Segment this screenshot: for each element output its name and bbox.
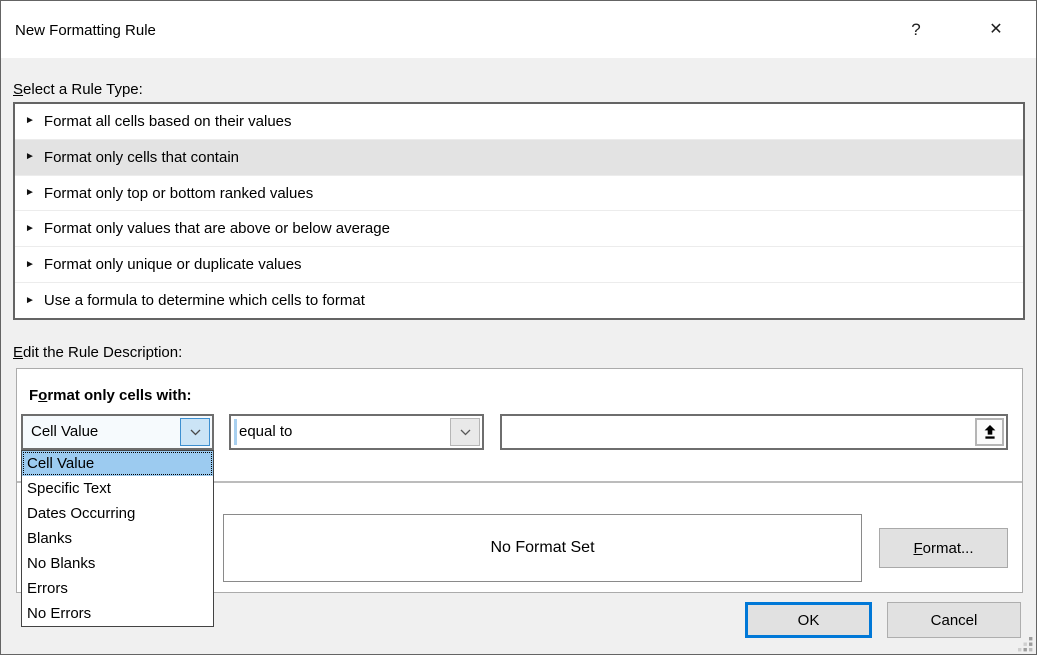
rule-type-item-label: Use a formula to determine which cells t… xyxy=(44,292,365,309)
value-input[interactable] xyxy=(502,416,1006,448)
dropdown-option[interactable]: Dates Occurring xyxy=(22,501,213,526)
rule-item-arrow-icon: ► xyxy=(25,152,35,162)
dialog-title: New Formatting Rule xyxy=(15,1,156,61)
cancel-button[interactable]: Cancel xyxy=(887,602,1021,638)
rule-type-item-label: Format only values that are above or bel… xyxy=(44,220,390,237)
dropdown-option[interactable]: No Blanks xyxy=(22,551,213,576)
rule-item-arrow-icon: ► xyxy=(25,260,35,270)
value-input-wrap xyxy=(500,414,1008,450)
dropdown-option[interactable]: Specific Text xyxy=(22,476,213,501)
dropdown-option[interactable]: Blanks xyxy=(22,526,213,551)
operator-combobox-value: equal to xyxy=(239,416,292,447)
format-preview: No Format Set xyxy=(223,514,862,582)
close-icon: ✕ xyxy=(989,21,1002,38)
title-bar: New Formatting Rule ? ✕ xyxy=(1,1,1036,58)
format-button[interactable]: Format... xyxy=(879,528,1008,568)
help-icon: ? xyxy=(911,20,920,39)
rule-item-arrow-icon: ► xyxy=(25,296,35,306)
format-preview-text: No Format Set xyxy=(490,539,594,557)
rule-type-item-label: Format only cells that contain xyxy=(44,149,239,166)
select-rule-type-label: Select a Rule Type: xyxy=(13,81,143,98)
chevron-down-icon xyxy=(460,429,471,436)
rule-type-item-label: Format only top or bottom ranked values xyxy=(44,185,313,202)
close-button[interactable]: ✕ xyxy=(973,1,1019,58)
rule-type-item-label: Format all cells based on their values xyxy=(44,113,292,130)
cell-value-dropdown: Cell ValueSpecific TextDates OccurringBl… xyxy=(21,450,214,627)
operator-dropdown-button[interactable] xyxy=(450,418,480,446)
edit-rule-description-label: Edit the Rule Description: xyxy=(13,344,182,361)
cell-value-dropdown-button[interactable] xyxy=(180,418,210,446)
cell-value-combobox-value: Cell Value xyxy=(31,416,98,447)
rule-item-arrow-icon: ► xyxy=(25,188,35,198)
new-formatting-rule-dialog: New Formatting Rule ? ✕ Select a Rule Ty… xyxy=(0,0,1037,655)
cell-value-combobox[interactable]: Cell Value xyxy=(21,414,214,450)
dropdown-option[interactable]: No Errors xyxy=(22,601,213,626)
rule-type-list: ►Format all cells based on their values►… xyxy=(13,102,1025,320)
collapse-dialog-icon xyxy=(983,425,997,440)
rule-type-item[interactable]: ► Format only cells that contain xyxy=(15,140,1023,176)
rule-type-item[interactable]: ► Use a formula to determine which cells … xyxy=(15,283,1023,318)
rule-type-item[interactable]: ► Format all cells based on their values xyxy=(15,104,1023,140)
format-only-cells-with-label: Format only cells with: xyxy=(29,387,192,404)
dropdown-option[interactable]: Errors xyxy=(22,576,213,601)
rule-type-item[interactable]: ► Format only top or bottom ranked values xyxy=(15,176,1023,212)
operator-combobox[interactable]: equal to xyxy=(229,414,484,450)
rule-item-arrow-icon: ► xyxy=(25,116,35,126)
rule-type-item[interactable]: ► Format only unique or duplicate values xyxy=(15,247,1023,283)
resize-grip[interactable] xyxy=(1017,636,1033,652)
dropdown-option[interactable]: Cell Value xyxy=(22,451,213,476)
chevron-down-icon xyxy=(190,429,201,436)
rule-type-item-label: Format only unique or duplicate values xyxy=(44,256,302,273)
rule-type-item[interactable]: ► Format only values that are above or be… xyxy=(15,211,1023,247)
rule-item-arrow-icon: ► xyxy=(25,224,35,234)
collapse-dialog-button[interactable] xyxy=(975,418,1004,446)
ok-button[interactable]: OK xyxy=(745,602,872,638)
help-button[interactable]: ? xyxy=(893,1,939,58)
text-caret xyxy=(234,419,237,445)
